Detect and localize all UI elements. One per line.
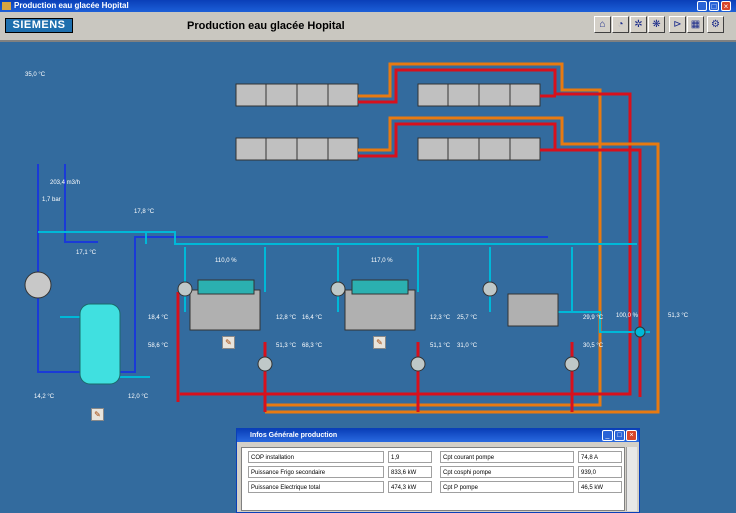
chiller-3 <box>507 293 559 327</box>
page-title: Production eau glacée Hopital <box>187 20 345 32</box>
snowflake-icon[interactable]: ✲ <box>630 16 647 33</box>
table-row: Puissance Frigo secondaire 833,6 kW Cpt … <box>242 465 624 479</box>
info-table: COP installation 1,9 Cpt courant pompe 7… <box>241 447 625 511</box>
c2-in-bot: 68,3 °C <box>302 343 323 349</box>
app-icon <box>2 2 11 10</box>
outdoor-temp: 35,0 °C <box>25 72 46 78</box>
cell-value: 833,6 kW <box>388 466 432 478</box>
chiller1-load: 110,0 % <box>215 258 237 264</box>
pump-6[interactable] <box>564 356 580 372</box>
c2-out-top: 12,3 °C <box>430 315 451 321</box>
chiller-1 <box>189 279 261 331</box>
flow-value: 203,4 m3/h <box>50 180 81 186</box>
c2-in-top: 16,4 °C <box>302 315 323 321</box>
minimize-button[interactable]: _ <box>697 1 707 11</box>
c1-in-bot: 58,6 °C <box>148 343 169 349</box>
cell-label: Puissance Electrique total <box>248 481 384 493</box>
main-pump[interactable] <box>24 271 52 299</box>
chiller2-faceplate-icon[interactable]: ✎ <box>373 336 386 349</box>
chiller2-load: 117,0 % <box>371 258 393 264</box>
siemens-logo: SIEMENS <box>5 18 73 33</box>
window-title: Production eau glacée Hopital <box>14 1 129 10</box>
pump-5[interactable] <box>410 356 426 372</box>
c2-out-bot: 51,1 °C <box>430 343 451 349</box>
table-row: COP installation 1,9 Cpt courant pompe 7… <box>242 450 624 464</box>
pump-2[interactable] <box>330 281 346 297</box>
info-minimize-button[interactable]: _ <box>602 430 613 441</box>
cell-value: 1,9 <box>388 451 432 463</box>
right-temp: 51,3 °C <box>668 313 689 319</box>
main-window: Production eau glacée Hopital _ □ × SIEM… <box>0 0 736 513</box>
c3-in-top: 25,7 °C <box>457 315 478 321</box>
cell-label: Cpt courant pompe <box>440 451 574 463</box>
valve-icon[interactable]: ⊳ <box>669 16 686 33</box>
temp-171: 17,1 °C <box>76 250 97 256</box>
pump-1[interactable] <box>177 281 193 297</box>
c1-in-top: 18,4 °C <box>148 315 169 321</box>
chart-icon[interactable]: ▦ <box>687 16 704 33</box>
cell-label: Cpt cosphi pompe <box>440 466 574 478</box>
maximize-button[interactable]: □ <box>709 1 719 11</box>
close-button[interactable]: × <box>721 1 731 11</box>
title-bar: Production eau glacée Hopital _ □ × <box>0 0 736 12</box>
valve-percent: 100,0 % <box>616 313 639 319</box>
info-maximize-button[interactable]: □ <box>614 430 625 441</box>
chiller-2 <box>344 279 416 331</box>
cell-value: 74,8 A <box>578 451 622 463</box>
info-title: Infos Générale production <box>250 432 338 439</box>
chiller1-faceplate-icon[interactable]: ✎ <box>222 336 235 349</box>
cell-label: COP installation <box>248 451 384 463</box>
info-scrollbar[interactable] <box>626 447 637 511</box>
c3-out-top: 29,9 °C <box>583 315 604 321</box>
tank-right-temp: 12,0 °C <box>128 394 149 400</box>
tank-left-temp: 14,2 °C <box>34 394 55 400</box>
info-close-button[interactable]: × <box>626 430 637 441</box>
info-title-bar: Infos Générale production _ □ × <box>237 429 639 442</box>
pump-3[interactable] <box>482 281 498 297</box>
c1-out-top: 12,8 °C <box>276 315 297 321</box>
header-bar: SIEMENS Production eau glacée Hopital ⌂ … <box>0 12 736 42</box>
c3-in-bot: 31,0 °C <box>457 343 478 349</box>
table-row: Puissance Electrique total 474,3 kW Cpt … <box>242 480 624 494</box>
settings-icon[interactable]: ⚙ <box>707 16 724 33</box>
c3-out-bot: 30,5 °C <box>583 343 604 349</box>
info-window: Infos Générale production _ □ × COP inst… <box>236 428 640 513</box>
cell-value: 474,3 kW <box>388 481 432 493</box>
pump-4[interactable] <box>257 356 273 372</box>
tank-faceplate-icon[interactable]: ✎ <box>91 408 104 421</box>
c1-out-bot: 51,3 °C <box>276 343 297 349</box>
cell-label: Cpt P pompe <box>440 481 574 493</box>
cell-value: 939,0 <box>578 466 622 478</box>
home-icon[interactable]: ⌂ <box>594 16 611 33</box>
three-way-valve[interactable] <box>634 326 646 338</box>
pressure-value: 1,7 bar <box>42 197 61 203</box>
gauge-icon[interactable]: ◔ <box>612 16 629 33</box>
cell-label: Puissance Frigo secondaire <box>248 466 384 478</box>
temp-178: 17,8 °C <box>134 209 155 215</box>
buffer-tank <box>79 303 121 385</box>
cell-value: 46,5 kW <box>578 481 622 493</box>
fan-icon[interactable]: ❋ <box>648 16 665 33</box>
